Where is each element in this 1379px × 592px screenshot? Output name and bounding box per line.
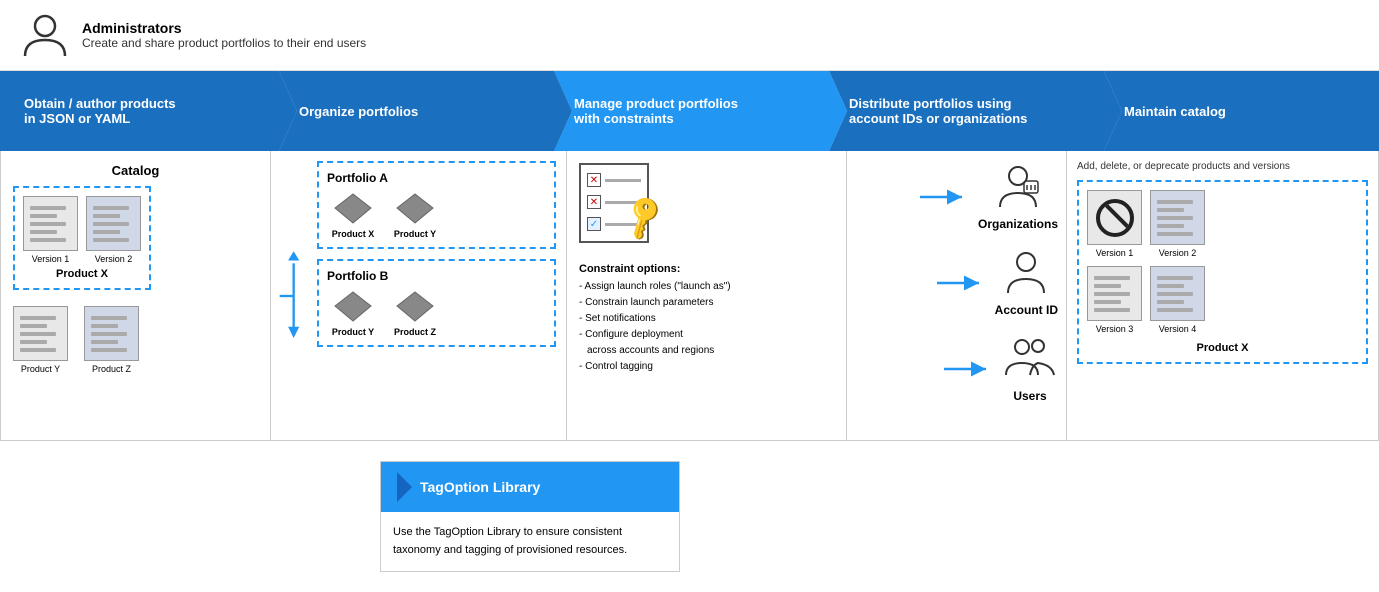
- portfolio-a-product-y: Product Y: [389, 191, 441, 239]
- administrator-icon: [20, 10, 70, 60]
- product-x-name: Product X: [23, 268, 141, 280]
- maintain-version-2: Version 2: [1150, 190, 1205, 258]
- version-1-item: Version 1: [23, 196, 78, 264]
- maintain-v2-icon: [1150, 190, 1205, 245]
- maintain-v2-label: Version 2: [1159, 248, 1197, 258]
- version-2-item: Version 2: [86, 196, 141, 264]
- constraint-visual: ✕ ✕ ✓ 🔑: [579, 163, 834, 253]
- catalog-title: Catalog: [13, 163, 258, 178]
- portfolio-b-products: Product Y Product Z: [327, 289, 546, 337]
- banner: Obtain / author products in JSON or YAML…: [0, 71, 1379, 151]
- banner-step-4: Distribute portfolios using account IDs …: [829, 71, 1104, 151]
- account-icon-group: Account ID: [995, 249, 1058, 317]
- arrow-catalog-portfolio: [271, 151, 307, 440]
- header-title: Administrators: [82, 20, 366, 36]
- users-icon: [1002, 335, 1058, 385]
- maintain-desc: Add, delete, or deprecate products and v…: [1077, 161, 1368, 172]
- tagoption-box: TagOption Library Use the TagOption Libr…: [380, 461, 680, 572]
- maintain-row-2: Version 3 Version 4: [1087, 266, 1358, 334]
- diamond-x-icon: [327, 191, 379, 226]
- bottom-section: TagOption Library Use the TagOption Libr…: [0, 441, 1379, 592]
- org-label: Organizations: [978, 217, 1058, 231]
- constraint-title: Constraint options:: [579, 263, 834, 275]
- banner-step-2: Organize portfolios: [279, 71, 554, 151]
- maintain-v4-icon: [1150, 266, 1205, 321]
- product-x-box: Version 1 Version 2 Product X: [13, 186, 151, 290]
- portfolio-a-box: Portfolio A Product X Product Y: [317, 161, 556, 249]
- diamond-y-icon: [389, 191, 441, 226]
- version-2-label: Version 2: [95, 254, 133, 264]
- maintain-v1-label: Version 1: [1096, 248, 1134, 258]
- tagoption-body: Use the TagOption Library to ensure cons…: [381, 512, 679, 571]
- split-arrow-icon: [275, 236, 303, 356]
- arrow-to-users-icon: [944, 358, 994, 380]
- product-z-item: Product Z: [84, 306, 139, 374]
- main-content: Catalog Version 1: [0, 151, 1379, 441]
- version-1-icon: [23, 196, 78, 251]
- version-2-icon: [86, 196, 141, 251]
- tagoption-header: TagOption Library: [381, 462, 679, 512]
- portfolio-b-box: Portfolio B Product Y Product Z: [317, 259, 556, 347]
- dist-account-row: Account ID: [855, 249, 1058, 317]
- portfolio-a-product-x: Product X: [327, 191, 379, 239]
- banner-step-5: Maintain catalog: [1104, 71, 1379, 151]
- catalog-section: Catalog Version 1: [1, 151, 271, 440]
- maintain-product-name: Product X: [1087, 342, 1358, 354]
- diamond-b-y-icon: [327, 289, 379, 324]
- portfolio-section: Portfolio A Product X Product Y Portfo: [307, 151, 567, 440]
- constraints-section: ✕ ✕ ✓ 🔑 Constraint options:: [567, 151, 847, 440]
- maintain-v3-icon: [1087, 266, 1142, 321]
- portfolio-b-title: Portfolio B: [327, 269, 546, 283]
- tagoption-arrow-icon: [397, 472, 412, 502]
- version-1-label: Version 1: [32, 254, 70, 264]
- dist-org-row: Organizations: [855, 163, 1058, 231]
- maintain-section: Add, delete, or deprecate products and v…: [1067, 151, 1378, 440]
- distribute-section: Organizations Account ID: [847, 151, 1067, 440]
- portfolio-b-product-z: Product Z: [389, 289, 441, 337]
- account-icon: [1002, 249, 1050, 299]
- org-icon-group: Organizations: [978, 163, 1058, 231]
- maintain-row-1: Version 1 Version 2: [1087, 190, 1358, 258]
- maintain-version-4: Version 4: [1150, 266, 1205, 334]
- maintain-grid: Version 1 Version 2: [1077, 180, 1368, 364]
- arrow-to-org-icon: [920, 186, 970, 208]
- account-label: Account ID: [995, 303, 1058, 317]
- tagoption-title: TagOption Library: [420, 479, 540, 495]
- banner-step-1: Obtain / author products in JSON or YAML: [0, 71, 279, 151]
- users-icon-group: Users: [1002, 335, 1058, 403]
- portfolio-a-product-y-label: Product Y: [394, 229, 436, 239]
- portfolio-a-products: Product X Product Y: [327, 191, 546, 239]
- maintain-v4-label: Version 4: [1159, 324, 1197, 334]
- portfolio-a-product-x-label: Product X: [332, 229, 375, 239]
- product-y-label: Product Y: [21, 364, 60, 374]
- portfolio-b-product-y: Product Y: [327, 289, 379, 337]
- organizations-icon: [994, 163, 1042, 213]
- portfolio-b-product-z-label: Product Z: [394, 327, 436, 337]
- arrow-to-account-icon: [937, 272, 987, 294]
- portfolio-b-product-y-label: Product Y: [332, 327, 374, 337]
- dist-users-row: Users: [855, 335, 1058, 403]
- maintain-v3-label: Version 3: [1096, 324, 1134, 334]
- product-y-icon: [13, 306, 68, 361]
- maintain-version-3: Version 3: [1087, 266, 1142, 334]
- product-y-item: Product Y: [13, 306, 68, 374]
- diamond-b-z-icon: [389, 289, 441, 324]
- product-z-label: Product Z: [92, 364, 131, 374]
- product-z-icon: [84, 306, 139, 361]
- header: Administrators Create and share product …: [0, 0, 1379, 71]
- constraint-options: - Assign launch roles ("launch as") - Co…: [579, 279, 834, 375]
- bottom-products: Product Y Product Z: [13, 306, 258, 374]
- maintain-version-1: Version 1: [1087, 190, 1142, 258]
- header-subtitle: Create and share product portfolios to t…: [82, 36, 366, 50]
- users-label: Users: [1013, 389, 1046, 403]
- banner-step-3: Manage product portfolios with constrain…: [554, 71, 829, 151]
- portfolio-a-title: Portfolio A: [327, 171, 546, 185]
